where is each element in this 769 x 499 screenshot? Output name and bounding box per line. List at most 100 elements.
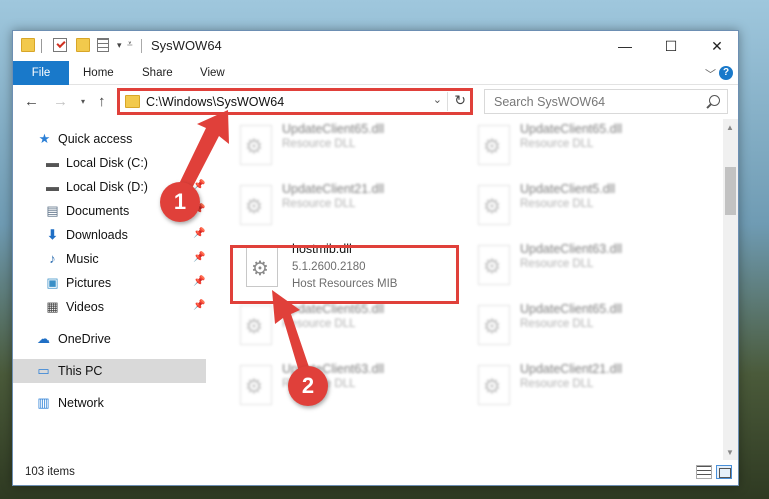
sidebar-item-quick-access[interactable]: ★ Quick access [13,127,206,151]
scrollbar-thumb[interactable] [725,167,736,215]
sidebar-item-downloads[interactable]: ⬇ Downloads 📌 [13,223,206,247]
sidebar-item-label: Documents [66,204,130,218]
tab-file[interactable]: File [13,61,69,85]
title-bar: ▾ ⩡ SysWOW64 — ☐ ✕ [13,31,738,61]
navigation-pane: ★ Quick access ▬ Local Disk (C:) 📌 ▬ Loc… [13,119,206,460]
properties-icon[interactable] [53,38,67,52]
window-title: SysWOW64 [151,38,222,53]
pin-icon[interactable]: 📌 [193,300,205,311]
file-name: UpdateClient5.dll [520,182,616,196]
expand-ribbon-icon[interactable]: ﹀ [705,66,716,82]
file-type: Resource DLL [520,258,594,270]
search-icon[interactable] [709,95,720,106]
chevron-down-icon[interactable]: ▾ [117,40,122,51]
details-view-icon[interactable] [696,465,712,479]
address-bar-highlight [117,88,473,115]
maximize-button[interactable]: ☐ [648,31,694,61]
dll-file-icon [240,185,272,225]
tab-home[interactable]: Home [83,61,114,85]
tab-view[interactable]: View [200,61,225,85]
music-note-icon: ♪ [49,251,56,266]
dll-file-icon [240,365,272,405]
file-name: UpdateClient21.dll [282,182,385,196]
file-item[interactable]: UpdateClient5.dll Resource DLL [470,179,700,233]
sidebar-item-videos[interactable]: ▦ Videos 📌 [13,295,206,319]
hostmib-highlight [230,245,459,304]
monitor-icon: ▭ [37,363,50,378]
file-name: UpdateClient65.dll [520,122,623,136]
sidebar-item-local-disk-c[interactable]: ▬ Local Disk (C:) 📌 [13,151,206,175]
sidebar-item-this-pc[interactable]: ▭ This PC [13,359,206,383]
file-item[interactable]: UpdateClient21.dll Resource DLL [470,359,700,413]
scroll-up-icon[interactable]: ▲ [726,123,734,132]
pin-icon[interactable]: 📌 [193,228,205,239]
sidebar-item-label: Music [66,252,99,266]
file-name: UpdateClient65.dll [282,302,385,316]
view-toggle-icon[interactable] [97,38,109,52]
sidebar-item-music[interactable]: ♪ Music 📌 [13,247,206,271]
vertical-scrollbar[interactable]: ▲ ▼ [723,119,738,460]
sidebar-item-label: Videos [66,300,104,314]
file-name: UpdateClient63.dll [520,242,623,256]
dll-file-icon [240,125,272,165]
download-arrow-icon: ⬇ [47,227,58,242]
sidebar-item-onedrive[interactable]: ☁ OneDrive [13,327,206,351]
pin-icon[interactable]: 📌 [193,276,205,287]
file-name: UpdateClient65.dll [282,122,385,136]
file-type: Resource DLL [520,198,594,210]
dll-file-icon [478,245,510,285]
scroll-down-icon[interactable]: ▼ [726,448,734,457]
network-icon: ▥ [37,395,50,410]
customize-toolbar-icon[interactable]: ⩡ [127,39,133,50]
back-arrow-icon[interactable]: ← [24,93,39,110]
file-type: Resource DLL [282,318,356,330]
search-input[interactable]: Search SysWOW64 [484,89,728,114]
new-folder-icon[interactable] [76,38,90,52]
close-button[interactable]: ✕ [694,31,740,61]
dll-file-icon [240,305,272,345]
file-type: Resource DLL [282,138,356,150]
pin-icon[interactable]: 📌 [193,156,205,167]
sidebar-item-network[interactable]: ▥ Network [13,391,206,415]
file-name: UpdateClient21.dll [520,362,623,376]
dll-file-icon [478,125,510,165]
sidebar-item-label: Pictures [66,276,112,290]
dll-file-icon [478,185,510,225]
file-type: Resource DLL [520,378,594,390]
sidebar-item-label: Network [58,396,104,410]
pictures-icon: ▣ [46,275,59,290]
documents-icon: ▤ [46,203,59,218]
sidebar-item-label: This PC [58,364,103,378]
step-1-badge: 1 [160,182,200,222]
minimize-button[interactable]: — [602,31,648,61]
forward-arrow-icon[interactable]: → [53,93,68,110]
file-item[interactable]: UpdateClient65.dll Resource DLL [232,119,462,173]
sidebar-item-label: Downloads [66,228,128,242]
file-item[interactable]: UpdateClient65.dll Resource DLL [232,299,462,353]
file-item[interactable]: UpdateClient65.dll Resource DLL [470,119,700,173]
file-item[interactable]: UpdateClient21.dll Resource DLL [232,179,462,233]
file-type: Resource DLL [520,138,594,150]
file-item[interactable]: UpdateClient65.dll Resource DLL [470,299,700,353]
recent-locations-icon[interactable]: ▾ [81,97,85,106]
search-placeholder: Search SysWOW64 [494,95,606,109]
sidebar-item-pictures[interactable]: ▣ Pictures 📌 [13,271,206,295]
file-type: Resource DLL [282,198,356,210]
drive-icon: ▬ [46,179,59,194]
cloud-icon: ☁ [37,331,50,346]
file-name: UpdateClient65.dll [520,302,623,316]
sidebar-item-label: Local Disk (D:) [66,180,148,194]
dll-file-icon [478,305,510,345]
file-item[interactable]: UpdateClient63.dll Resource DLL [232,359,462,413]
file-type: Resource DLL [520,318,594,330]
file-item[interactable]: UpdateClient63.dll Resource DLL [470,239,700,293]
large-icons-view-icon[interactable] [716,465,732,479]
pin-icon[interactable]: 📌 [193,252,205,263]
sidebar-item-label: OneDrive [58,332,111,346]
tab-share[interactable]: Share [142,61,173,85]
title-separator [141,39,142,53]
sidebar-item-label: Quick access [58,132,133,146]
toolbar-separator [41,39,42,53]
up-arrow-icon[interactable]: ↑ [98,93,106,110]
help-icon[interactable]: ? [719,66,733,80]
